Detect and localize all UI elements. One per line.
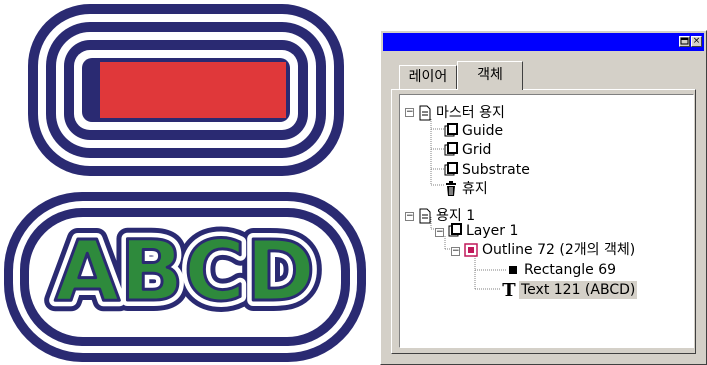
tree-item-trash[interactable]: 휴지 — [460, 180, 490, 198]
tab-objects[interactable]: 객체 — [457, 61, 523, 90]
layer-icon — [444, 162, 458, 176]
tree-item-rectangle-69[interactable]: Rectangle 69 — [522, 261, 618, 279]
docker-titlebar[interactable]: × — [383, 33, 704, 51]
rectangle-icon — [509, 266, 517, 274]
tree-item-layer-1[interactable]: Layer 1 — [464, 222, 520, 240]
close-icon: × — [692, 36, 701, 46]
group-icon — [464, 243, 478, 257]
expander-layer-1[interactable]: − — [435, 228, 444, 237]
layer-icon — [448, 223, 462, 237]
page-icon — [419, 208, 431, 224]
trash-icon — [446, 181, 456, 196]
tree-item-outline-72[interactable]: Outline 72 (2개의 객체) — [480, 241, 637, 259]
tab-layers[interactable]: 레이어 — [399, 65, 457, 89]
text-outline-group[interactable]: ABCD ABCD ABCD — [4, 192, 366, 362]
tree-item-guide[interactable]: Guide — [460, 122, 505, 140]
tree-item-master-page[interactable]: 마스터 용지 — [434, 104, 507, 122]
expander-master-page[interactable]: − — [405, 108, 414, 117]
object-manager-docker: × 레이어 객체 − − − − 마스터 용지 Guide Grid Subst… — [380, 30, 707, 365]
rectangle-outline-group[interactable] — [28, 4, 344, 176]
object-tree[interactable]: − − − − 마스터 용지 Guide Grid Substrate 휴지 용… — [399, 94, 694, 348]
text-121-abcd: ABCD — [55, 222, 315, 320]
tree-item-substrate[interactable]: Substrate — [460, 161, 532, 179]
layer-icon — [444, 123, 458, 137]
close-button[interactable]: × — [691, 36, 702, 47]
text-icon: T — [502, 280, 516, 298]
canvas-artwork: ABCD ABCD ABCD — [4, 4, 366, 362]
svg-text:T: T — [502, 280, 516, 298]
page-icon — [419, 105, 431, 121]
tree-item-grid[interactable]: Grid — [460, 141, 493, 159]
options-button[interactable] — [679, 36, 690, 47]
expander-outline-72[interactable]: − — [451, 247, 460, 256]
screen: ABCD ABCD ABCD × 레이어 객체 − − − − 마스터 용지 G… — [0, 0, 707, 365]
tree-item-text-121[interactable]: Text 121 (ABCD) — [519, 281, 638, 299]
options-icon — [680, 37, 689, 45]
rectangle-69 — [100, 62, 286, 118]
expander-page-1[interactable]: − — [405, 212, 414, 221]
layer-icon — [444, 142, 458, 156]
